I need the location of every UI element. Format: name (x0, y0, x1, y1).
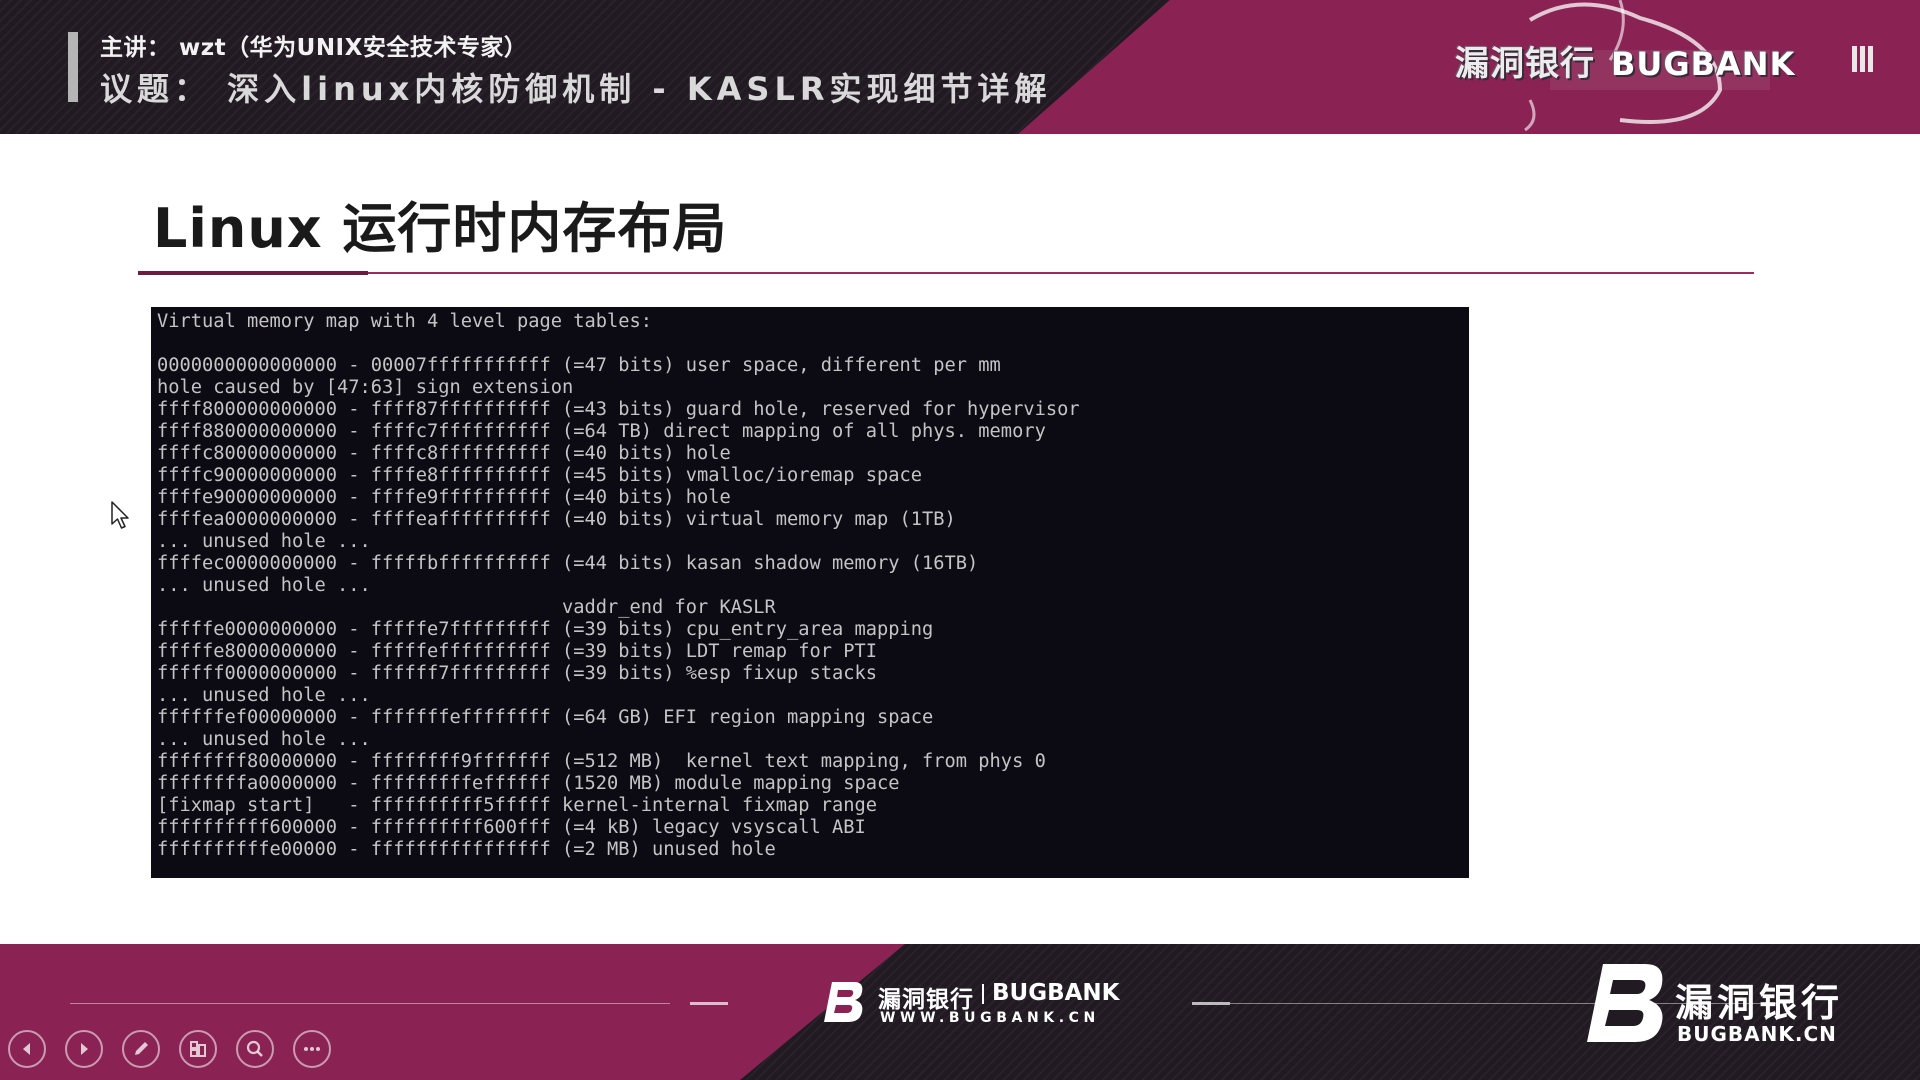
terminal-line: [fixmap start] - ffffffffff5fffff kernel… (157, 795, 878, 816)
speaker-line: 主讲： wzt（华为UNIX安全技术专家） (100, 35, 528, 61)
slide-title: Linux 运行时内存布局 (153, 197, 728, 260)
terminal-line: fffffe0000000000 - fffffe7fffffffff (=39… (157, 619, 934, 640)
footer-center-separator (982, 984, 984, 1004)
presentation-toolbar (8, 1030, 350, 1068)
terminal-line: ... unused hole ... (157, 729, 371, 750)
footer-center-cn: 漏洞银行 (878, 987, 974, 1013)
terminal-line: ffffec0000000000 - fffffbffffffffff (=44… (157, 553, 979, 574)
terminal-line: ffffe90000000000 - ffffe9ffffffffff (=40… (157, 487, 731, 508)
terminal-line: vaddr_end for KASLR (157, 597, 776, 618)
terminal-line: Virtual memory map with 4 level page tab… (157, 311, 653, 332)
slides-icon (190, 1041, 206, 1057)
zoom-button[interactable] (236, 1030, 274, 1068)
terminal-line: ffffffffffe00000 - ffffffffffffffff (=2 … (157, 839, 776, 860)
terminal-line: ... unused hole ... (157, 685, 371, 706)
terminal-line: ffff800000000000 - ffff87ffffffffff (=43… (157, 399, 1080, 420)
title-underline (138, 272, 1754, 274)
next-slide-button[interactable] (65, 1030, 103, 1068)
terminal-line: ffffffef00000000 - fffffffeffffffff (=64… (157, 707, 934, 728)
header-brand-en: BUGBANK (1611, 45, 1796, 83)
terminal-line: ffffffff80000000 - ffffffff9fffffff (=51… (157, 751, 1046, 772)
next-icon (81, 1043, 88, 1055)
bugbank-logo-icon (824, 982, 863, 1022)
footer-right-en: BUGBANK.CN (1677, 1022, 1837, 1046)
terminal-line: 0000000000000000 - 00007fffffffffff (=47… (157, 355, 1001, 376)
more-options-button[interactable] (293, 1030, 331, 1068)
mouse-cursor-icon (111, 501, 129, 529)
bottom-banner: 漏洞银行 BUGBANK WWW.BUGBANK.CN 漏洞银行 BUGBANK… (0, 944, 1920, 1080)
terminal-line: ffffea0000000000 - ffffeaffffffffff (=40… (157, 509, 956, 530)
header-accent-bar (68, 32, 78, 102)
previous-icon (23, 1043, 30, 1055)
terminal-line: ffffffffff600000 - ffffffffff600fff (=4 … (157, 817, 866, 838)
top-banner: 主讲： wzt（华为UNIX安全技术专家） 议题： 深入linux内核防御机制 … (0, 0, 1920, 134)
zoom-icon (246, 1040, 263, 1057)
footer-center-url: WWW.BUGBANK.CN (880, 1010, 1100, 1026)
brand-bars-icon (1852, 46, 1876, 76)
memory-map-text: Virtual memory map with 4 level page tab… (157, 311, 1469, 861)
terminal-line: ffff880000000000 - ffffc7ffffffffff (=64… (157, 421, 1046, 442)
footer-center-en: BUGBANK (992, 980, 1120, 1006)
more-icon (304, 1047, 320, 1051)
header-brand: 漏洞银行 BUGBANK (1455, 36, 1795, 85)
footer-right-cn: 漏洞银行 (1675, 981, 1844, 1025)
terminal-line: fffffe8000000000 - fffffeffffffffff (=39… (157, 641, 878, 662)
footer-rule-left-mark (690, 1002, 728, 1005)
terminal-line: ffffc80000000000 - ffffc8ffffffffff (=40… (157, 443, 731, 464)
terminal-line: ffffc90000000000 - ffffe8ffffffffff (=45… (157, 465, 923, 486)
slides-overview-button[interactable] (179, 1030, 217, 1068)
footer-rule-left (70, 1003, 670, 1004)
bugbank-big-logo-icon (1587, 964, 1663, 1042)
terminal-screenshot: Virtual memory map with 4 level page tab… (151, 307, 1469, 878)
terminal-line: ffffff0000000000 - ffffff7fffffffff (=39… (157, 663, 878, 684)
terminal-line: hole caused by [47:63] sign extension (157, 377, 574, 398)
pen-tool-button[interactable] (122, 1030, 160, 1068)
pen-icon (135, 1042, 148, 1055)
header-brand-cn: 漏洞银行 (1455, 44, 1595, 84)
terminal-line: ... unused hole ... (157, 531, 371, 552)
previous-slide-button[interactable] (8, 1030, 46, 1068)
title-underline-accent (138, 271, 368, 275)
footer-rule-right-mark (1192, 1002, 1230, 1005)
terminal-line: ffffffffa0000000 - fffffffffeffffff (152… (157, 773, 900, 794)
terminal-line: ... unused hole ... (157, 575, 371, 596)
topic-line: 议题： 深入linux内核防御机制 - KASLR实现细节详解 (100, 70, 1052, 108)
